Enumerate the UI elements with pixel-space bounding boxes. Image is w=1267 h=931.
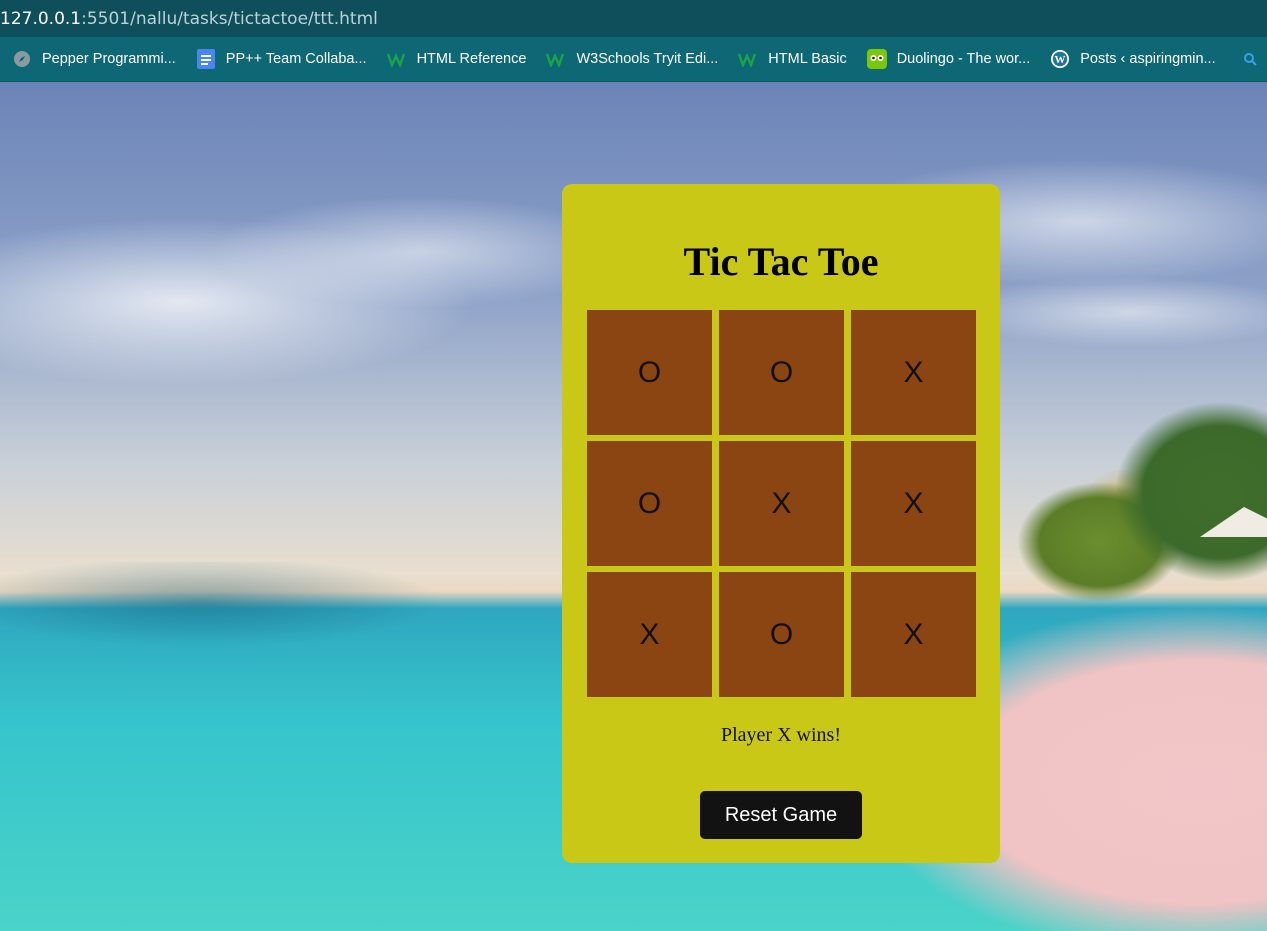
bookmark-label: PP++ Team Collaba...: [225, 51, 367, 67]
bookmark-label: HTML Basic: [768, 51, 847, 67]
compass-icon: [12, 49, 32, 69]
game-board: O O X O X X X O X: [587, 310, 976, 699]
board-cell-5[interactable]: X: [719, 441, 844, 566]
board-cell-7[interactable]: X: [587, 572, 712, 697]
board-cell-6[interactable]: X: [851, 441, 976, 566]
bookmarks-bar: Pepper Programmi... PP++ Team Collaba...…: [0, 37, 1267, 82]
board-cell-1[interactable]: O: [587, 310, 712, 435]
board-cell-2[interactable]: O: [719, 310, 844, 435]
page-title: Tic Tac Toe: [683, 239, 879, 284]
wordpress-icon: W: [1050, 49, 1070, 69]
reset-game-button[interactable]: Reset Game: [700, 791, 862, 839]
board-cell-9[interactable]: X: [851, 572, 976, 697]
bookmark-label: Duolingo - The wor...: [896, 51, 1031, 67]
bookmark-html-reference[interactable]: HTML Reference: [375, 37, 535, 81]
bookmark-pp-team[interactable]: PP++ Team Collaba...: [184, 37, 375, 81]
board-cell-8[interactable]: O: [719, 572, 844, 697]
google-docs-icon: [196, 49, 216, 69]
page-background: Tic Tac Toe O O X O X X X O X Player X w…: [0, 82, 1267, 931]
bookmark-html-basic[interactable]: HTML Basic: [726, 37, 854, 81]
bookmark-label: Pepper Programmi...: [42, 51, 176, 67]
board-cell-3[interactable]: X: [851, 310, 976, 435]
w3schools-icon: [386, 49, 407, 69]
url-host: 127.0.0.1: [0, 8, 82, 29]
url-path: :5501/nallu/tasks/tictactoe/ttt.html: [81, 8, 378, 29]
duolingo-icon: [866, 49, 887, 69]
game-card: Tic Tac Toe O O X O X X X O X Player X w…: [562, 184, 1000, 863]
bookmark-pepper[interactable]: Pepper Programmi...: [0, 37, 184, 81]
sea-shadow: [0, 562, 620, 682]
bookmark-label: HTML Reference: [416, 51, 527, 67]
w3schools-icon: [546, 49, 566, 69]
svg-text:W: W: [1055, 54, 1066, 66]
bookmark-label: Posts ‹ aspiringmin...: [1080, 51, 1216, 67]
bookmark-overflow[interactable]: [1224, 37, 1267, 81]
search-icon: [1240, 49, 1260, 69]
address-bar[interactable]: 127.0.0.1:5501/nallu/tasks/tictactoe/ttt…: [0, 0, 1267, 37]
bookmark-label: W3Schools Tryit Edi...: [576, 51, 719, 67]
bookmark-w3schools-tryit[interactable]: W3Schools Tryit Edi...: [534, 37, 726, 81]
palm-trees: [990, 382, 1267, 622]
bookmark-wordpress-posts[interactable]: W Posts ‹ aspiringmin...: [1038, 37, 1223, 81]
w3schools-icon: [738, 49, 758, 69]
board-cell-4[interactable]: O: [587, 441, 712, 566]
bookmark-duolingo[interactable]: Duolingo - The wor...: [855, 37, 1039, 81]
game-status: Player X wins!: [721, 724, 841, 746]
